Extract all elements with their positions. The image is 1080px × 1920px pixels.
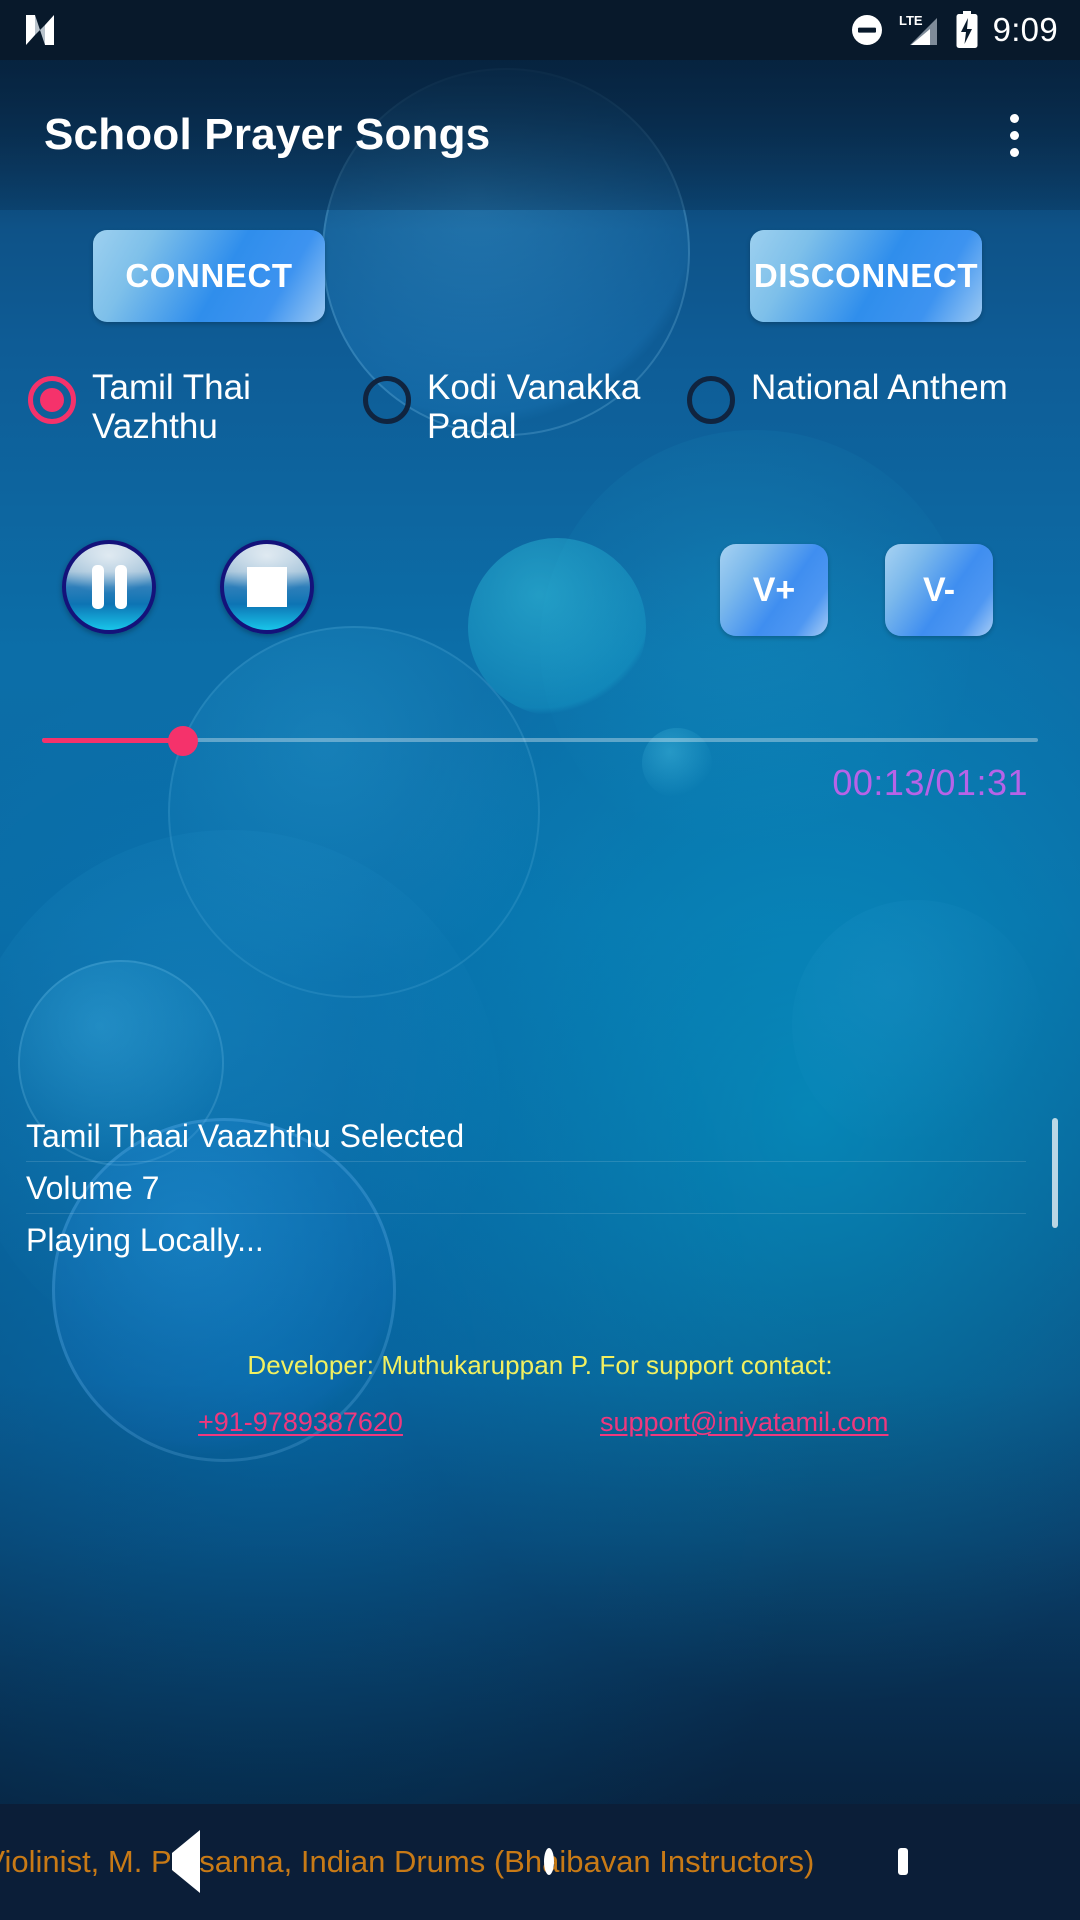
- radio-option-label: National Anthem: [751, 368, 1008, 407]
- playback-time-label: 00:13/01:31: [832, 762, 1028, 803]
- do-not-disturb-icon: [851, 14, 883, 46]
- status-clock: 9:09: [992, 11, 1058, 48]
- disconnect-button[interactable]: DISCONNECT: [750, 230, 982, 322]
- seek-bar[interactable]: [0, 710, 1080, 770]
- contact-links-row: +91-9789387620 support@iniyatamil.com: [0, 1407, 1080, 1449]
- svg-text:LTE: LTE: [899, 13, 923, 28]
- pause-icon: [91, 565, 127, 609]
- status-bar: LTE 9:09: [0, 0, 1080, 60]
- nav-back-button[interactable]: [172, 1830, 200, 1893]
- main-content: CONNECT DISCONNECT Tamil Thai Vazhthu Ko…: [0, 210, 1080, 1920]
- footer: Developer: Muthukaruppan P. For support …: [0, 1350, 1080, 1480]
- stop-button[interactable]: [220, 540, 314, 634]
- pause-button[interactable]: [62, 540, 156, 634]
- log-line: Tamil Thaai Vaazhthu Selected: [26, 1110, 1026, 1162]
- app-bar: School Prayer Songs: [0, 60, 1080, 210]
- radio-option-label: Kodi Vanakka Padal: [427, 368, 641, 447]
- credits-marquee: alam, Violinist, M. Prasanna, Indian Dru…: [0, 1804, 1080, 1920]
- song-radio-group: Tamil Thai Vazhthu Kodi Vanakka Padal Na…: [0, 368, 1080, 468]
- log-line: Playing Locally...: [26, 1222, 264, 1258]
- media-control-row: V+ V-: [0, 540, 1080, 660]
- support-email-link[interactable]: support@iniyatamil.com: [600, 1407, 889, 1438]
- volume-up-button[interactable]: V+: [720, 544, 828, 636]
- status-log: Tamil Thaai Vaazhthu Selected Volume 7 P…: [0, 1110, 1080, 1275]
- nav-recents-icon: [898, 1848, 908, 1875]
- seek-bar-thumb[interactable]: [168, 726, 198, 756]
- support-phone-link[interactable]: +91-9789387620: [198, 1407, 403, 1438]
- radio-option-tamil-thai-vazhthu[interactable]: Tamil Thai Vazhthu: [28, 368, 352, 446]
- developer-credit: Developer: Muthukaruppan P. For support …: [247, 1350, 833, 1380]
- nav-back-icon: [172, 1830, 200, 1893]
- cell-signal-icon: LTE: [897, 12, 941, 48]
- volume-down-button[interactable]: V-: [885, 544, 993, 636]
- connection-button-row: CONNECT DISCONNECT: [0, 230, 1080, 336]
- seek-bar-progress: [42, 738, 185, 743]
- log-line: Volume 7: [26, 1162, 1026, 1214]
- page-title: School Prayer Songs: [44, 110, 491, 159]
- log-scrollbar[interactable]: [1052, 1118, 1058, 1228]
- radio-button-unselected-icon[interactable]: [687, 376, 735, 424]
- connect-button[interactable]: CONNECT: [93, 230, 325, 322]
- stop-icon: [247, 567, 287, 607]
- marquee-text: alam, Violinist, M. Prasanna, Indian Dru…: [0, 1844, 815, 1879]
- more-vert-icon[interactable]: [982, 93, 1046, 177]
- app-notification-icon: [24, 13, 56, 47]
- nav-home-button[interactable]: [544, 1848, 554, 1875]
- radio-option-kodi-vanakka-padal[interactable]: Kodi Vanakka Padal: [363, 368, 687, 446]
- battery-charging-icon: [955, 11, 979, 49]
- nav-home-icon: [544, 1848, 554, 1875]
- radio-option-label: Tamil Thai Vazhthu: [92, 368, 251, 447]
- radio-button-selected-icon[interactable]: [28, 376, 76, 424]
- radio-button-unselected-icon[interactable]: [363, 376, 411, 424]
- nav-recents-button[interactable]: [898, 1848, 908, 1875]
- radio-option-national-anthem[interactable]: National Anthem: [687, 368, 1008, 424]
